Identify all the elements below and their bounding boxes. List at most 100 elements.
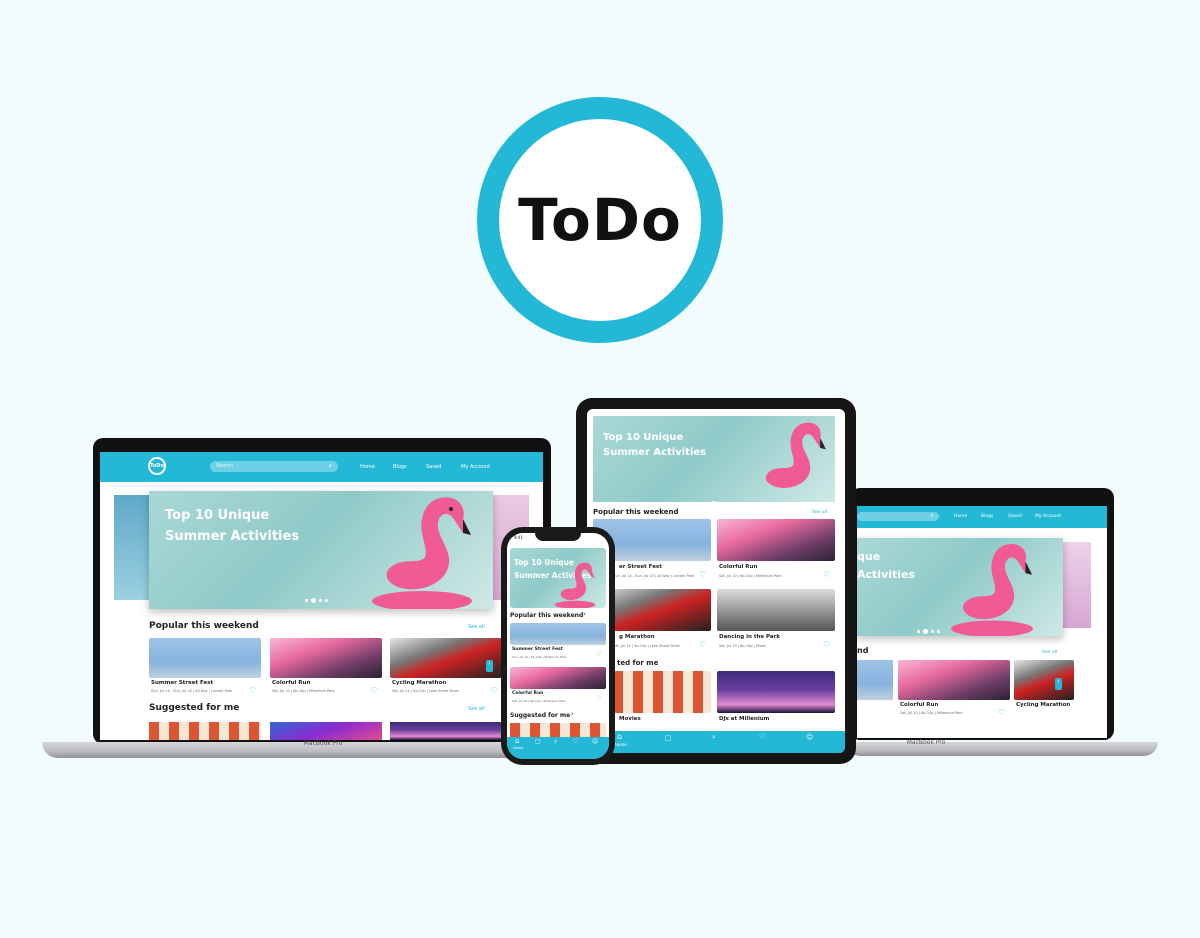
event-image — [510, 667, 606, 689]
event-meta: Sat, Jul 10 | 6p-10p | Millenium Park — [272, 689, 335, 693]
nav-home-link[interactable]: Home — [360, 464, 375, 470]
flamingo-image — [951, 543, 1033, 636]
suggested-heading: Suggested for me — [149, 703, 240, 713]
popular-see-all[interactable]: See all — [1042, 650, 1057, 655]
nav-blogs-link[interactable]: Blogs — [981, 514, 993, 519]
event-card[interactable]: Cycling Marathon — [1014, 660, 1074, 720]
hero-banner[interactable]: Top 10 Unique Summer Activities — [149, 491, 493, 609]
carousel-next-button[interactable]: › — [486, 660, 493, 672]
event-image — [390, 638, 502, 678]
search-icon[interactable]: ⌕ — [712, 733, 716, 742]
popular-heading: nd — [857, 646, 869, 655]
hero-title-line2: Summer Activities — [603, 447, 707, 458]
hero-title-line1: que — [857, 550, 881, 563]
nav-account-link[interactable]: My Account — [461, 464, 490, 470]
heart-icon[interactable]: ♡ — [699, 570, 706, 579]
carousel-next-slide — [1063, 542, 1091, 628]
nav-home-link[interactable]: Home — [954, 514, 967, 519]
device-label: MacBook Pro — [906, 739, 946, 746]
event-image — [717, 671, 835, 713]
heart-icon[interactable]: ♡ — [596, 651, 601, 658]
heart-icon[interactable]: ♡ — [823, 570, 830, 579]
carousel-dots[interactable] — [915, 621, 941, 636]
event-meta: Sun, Jul 10 | 6p-10p | Millenium Park — [512, 655, 567, 659]
event-card[interactable]: Dancing in the Park Sat, Jul 10 | 6p-10p… — [717, 589, 835, 653]
heart-icon[interactable]: ♡ — [823, 640, 830, 649]
event-card[interactable]: DJs at Millenium — [717, 671, 835, 731]
event-meta: Sat, Jul 11 | 5a-12p | Lake Shore Drive — [613, 644, 680, 648]
chevron-right-icon[interactable]: › — [571, 710, 574, 718]
event-card[interactable]: Colorful Run Sat, Jul 10 | 6p-10p | Mill… — [898, 660, 1010, 720]
search-input[interactable]: ⌕ — [857, 512, 939, 521]
event-card[interactable]: Colorful Run Sat, Jul 10 | 6p-10p | Mill… — [270, 638, 382, 698]
carousel-next-button[interactable]: › — [1055, 678, 1062, 690]
event-image — [270, 638, 382, 678]
nav-blogs-link[interactable]: Blogs — [393, 464, 407, 470]
hero-title-line2: Summer Activities — [165, 529, 300, 544]
phone: 9:41 Top 10 Unique Summer Activities Pop… — [501, 527, 615, 765]
status-time: 9:41 — [514, 535, 523, 540]
event-card[interactable]: Summer Street Fest Sun, Jul 10 | 6p-10p … — [510, 623, 606, 663]
popular-heading: Popular this weekend — [510, 612, 584, 619]
profile-icon[interactable]: ☺ — [592, 738, 598, 745]
nav-logo[interactable]: ToDo — [148, 457, 166, 475]
hero-banner[interactable]: que Activities — [857, 538, 1063, 636]
event-title: Colorful Run — [719, 564, 758, 570]
home-icon[interactable]: ⌂ — [515, 737, 519, 745]
event-image — [717, 589, 835, 631]
top-nav: ⌕ Home Blogs Saved My Account — [857, 506, 1107, 528]
heart-icon[interactable]: ♡ — [759, 733, 765, 741]
heart-icon[interactable]: ♡ — [699, 640, 706, 649]
search-input[interactable]: Search ⌕ — [210, 461, 338, 472]
nav-saved-link[interactable]: Saved — [1008, 514, 1022, 519]
event-title: Movies — [619, 716, 641, 722]
event-image — [857, 660, 893, 700]
flamingo-image — [372, 497, 472, 609]
laptop-left: ToDo Search ⌕ Home Blogs Saved My Accoun… — [93, 438, 551, 744]
popular-see-all[interactable]: See all — [812, 510, 827, 515]
suggested-see-all[interactable]: See all — [468, 706, 485, 712]
profile-icon[interactable]: ☺ — [806, 733, 813, 741]
event-card[interactable]: Colorful Run Sat, Jul 10 | 6p-10p | Mill… — [510, 667, 606, 707]
nav-saved-link[interactable]: Saved — [426, 464, 441, 470]
heart-icon[interactable]: ♡ — [596, 695, 601, 702]
hero-banner[interactable]: Top 10 Unique Summer Activities — [510, 548, 606, 608]
carousel-dots[interactable] — [303, 590, 329, 609]
heart-icon[interactable]: ♡ — [249, 686, 256, 695]
chevron-right-icon[interactable]: › — [583, 610, 586, 618]
popular-see-all[interactable]: See all — [468, 624, 485, 630]
home-icon[interactable]: ⌂ — [617, 732, 622, 741]
event-image — [510, 623, 606, 645]
event-title: Cycling Marathon — [392, 680, 447, 686]
flamingo-image — [765, 422, 826, 488]
tablet: Top 10 Unique Summer Activities Popular … — [576, 398, 856, 764]
heart-icon[interactable]: ♡ — [573, 738, 578, 745]
bottom-nav-home-label[interactable]: Home — [615, 742, 627, 747]
laptop-left-screen: ToDo Search ⌕ Home Blogs Saved My Accoun… — [100, 452, 543, 740]
flamingo-image — [554, 562, 596, 608]
laptop-right-base: MacBook Pro — [846, 739, 1158, 756]
event-image — [898, 660, 1010, 700]
suggested-heading: Suggested for me — [510, 712, 571, 719]
event-card[interactable]: Summer Street Fest Sun, Jul 14 - Sun, Ju… — [149, 638, 261, 698]
blog-icon[interactable]: ▢ — [535, 738, 541, 745]
event-image — [149, 638, 261, 678]
phone-screen: 9:41 Top 10 Unique Summer Activities Pop… — [507, 533, 609, 759]
phone-notch — [535, 533, 581, 541]
laptop-right-screen: ⌕ Home Blogs Saved My Account que Activi… — [857, 506, 1107, 738]
nav-account-link[interactable]: My Account — [1035, 514, 1061, 519]
event-title: er Street Fest — [619, 564, 662, 570]
event-meta: Sat, Jul 11 | 5a-12p | Lake Shore Drive — [392, 689, 459, 693]
search-icon[interactable]: ⌕ — [554, 738, 557, 746]
hero-banner[interactable]: Top 10 Unique Summer Activities — [593, 416, 835, 502]
suggested-image — [390, 722, 502, 740]
event-title: Colorful Run — [512, 691, 544, 696]
heart-icon[interactable]: ♡ — [998, 708, 1005, 717]
event-card[interactable]: Colorful Run Sat, Jul 10 | 6p-10p | Mill… — [717, 519, 835, 583]
carousel-dots[interactable] — [703, 493, 729, 502]
event-meta: Sat, Jul 10 | 6p-10p | Millenium Park — [512, 699, 566, 703]
heart-icon[interactable]: ♡ — [490, 686, 497, 695]
blog-icon[interactable]: ▢ — [665, 734, 672, 742]
heart-icon[interactable]: ♡ — [370, 686, 377, 695]
bottom-nav-home-label[interactable]: Home — [513, 746, 523, 750]
